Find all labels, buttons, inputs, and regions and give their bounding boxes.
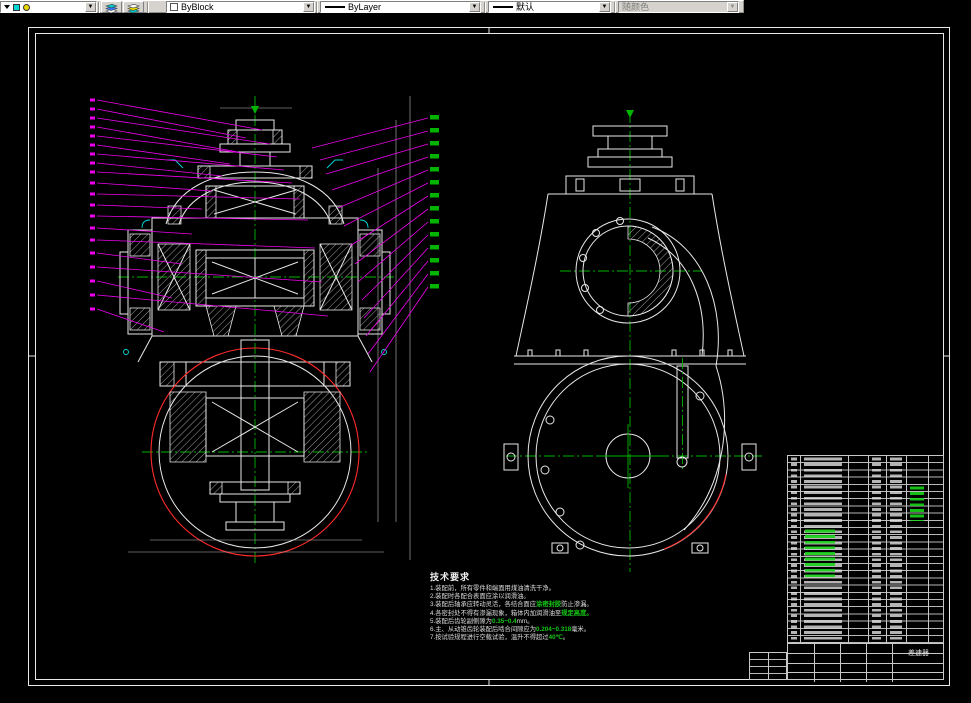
toolbar-separator — [614, 2, 616, 13]
section-arrow-icon — [626, 110, 634, 118]
drawing-canvas[interactable]: 技术要求 1.装配前，所有零件和端面用煤油清洗干净。 2.装配时各配合表面应涂以… — [0, 0, 971, 703]
chevron-down-icon[interactable]: ▼ — [85, 2, 96, 12]
chevron-down-icon: ▼ — [727, 2, 738, 12]
parts-list — [788, 456, 943, 643]
layer-colors-icon — [127, 3, 140, 14]
tech-req-line: 6.主、从动锥齿轮装配后啮合间隙应为0.204~0.318毫米。 — [430, 626, 591, 634]
tech-req-line: 7.按试验规程进行空载试验，温升不得超过40℃。 — [430, 634, 569, 642]
lineweight-line-icon — [493, 6, 513, 8]
technical-requirements: 技术要求 1.装配前，所有零件和端面用煤油清洗干净。 2.装配时各配合表面应涂以… — [430, 570, 680, 642]
object-properties-toolbar: ▼ ByBlock ▼ ByLayer ▼ 默认 ▼ 随颜色 ▼ — [0, 0, 744, 14]
toolbar-separator — [316, 2, 318, 13]
toolbar-separator — [147, 2, 149, 13]
section-arrow-icon — [251, 106, 259, 114]
tech-req-line: 4.各密封处不得有渗漏现象，箱体内加润滑油至规定高度。 — [430, 609, 593, 617]
layer-combo[interactable]: ▼ — [0, 1, 97, 13]
color-combo[interactable]: ByBlock ▼ — [166, 1, 315, 13]
layer-manager-button[interactable] — [101, 1, 122, 14]
chevron-down-icon[interactable]: ▼ — [303, 2, 314, 12]
tech-req-line: 3.装配后轴承应转动灵活，各结合面应涂密封胶防止渗漏。 — [430, 601, 593, 609]
color-combo-value: ByBlock — [181, 2, 214, 12]
revision-table — [749, 652, 787, 680]
tech-req-line: 5.装配后齿轮副侧隙为0.35~0.4mm。 — [430, 617, 534, 625]
chevron-down-icon[interactable]: ▼ — [599, 2, 610, 12]
lineweight-combo-value: 默认 — [516, 2, 535, 12]
plotstyle-combo: 随颜色 ▼ — [618, 1, 739, 13]
tech-req-line: 1.装配前，所有零件和端面用煤油清洗干净。 — [430, 585, 555, 592]
linetype-line-icon — [325, 6, 345, 8]
lineweight-combo[interactable]: 默认 ▼ — [488, 1, 611, 13]
title-block: 差速器 — [787, 455, 944, 682]
layers-icon — [105, 3, 118, 14]
layer-states-button[interactable] — [123, 1, 144, 14]
toolbar-separator — [98, 2, 100, 13]
layer-status-icon — [13, 3, 20, 11]
part-name: 差速器 — [908, 650, 929, 657]
cad-application-window: ▼ ByBlock ▼ ByLayer ▼ 默认 ▼ 随颜色 ▼ 技术要求 1.… — [0, 0, 971, 703]
plotstyle-combo-value: 随颜色 — [622, 2, 650, 12]
side-view — [503, 110, 762, 572]
chevron-down-icon[interactable]: ▼ — [469, 2, 480, 12]
tech-req-title: 技术要求 — [430, 572, 471, 582]
linetype-combo[interactable]: ByLayer ▼ — [320, 1, 481, 13]
toolbar-separator — [484, 2, 486, 13]
linetype-combo-value: ByLayer — [348, 2, 382, 12]
layer-bulb-icon — [23, 3, 30, 11]
title-block-footer: 差速器 — [788, 643, 943, 682]
color-swatch-icon — [170, 3, 178, 11]
overflow-chevron-icon — [4, 5, 10, 9]
